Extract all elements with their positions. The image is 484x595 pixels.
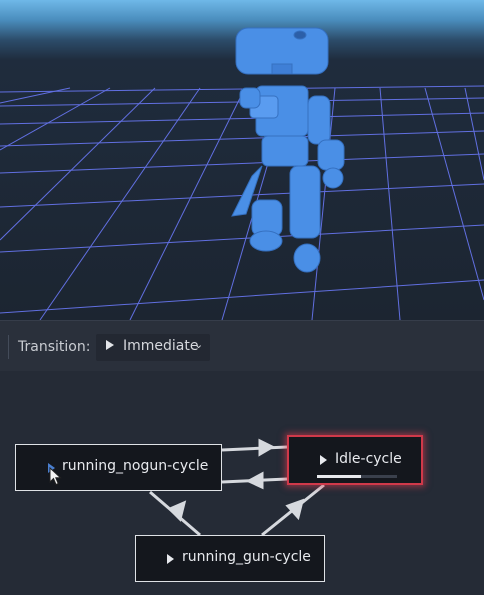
state-node-label: running_nogun-cycle: [62, 458, 209, 474]
mouse-cursor-icon: [49, 467, 62, 486]
play-icon[interactable]: [167, 554, 174, 564]
transition-arrow-head: [258, 438, 276, 457]
transition-mode-dropdown[interactable]: Immediate ⌄: [96, 334, 210, 361]
state-machine-graph[interactable]: running_nogun-cycle Idle-cycle running_g…: [0, 371, 484, 595]
transition-label: Transition:: [18, 339, 91, 355]
transition-mode-value: Immediate: [123, 338, 199, 354]
play-icon: [106, 340, 114, 350]
transition-arrow-head: [285, 498, 305, 521]
state-node-label: running_gun-cycle: [182, 549, 311, 565]
playback-progress-bar: [317, 475, 397, 478]
robot-character: [231, 27, 345, 273]
state-node-idle-cycle[interactable]: Idle-cycle: [287, 435, 423, 485]
play-icon[interactable]: [320, 455, 327, 465]
transition-arrow: [221, 445, 288, 452]
3d-viewport[interactable]: [0, 0, 484, 320]
transition-arrow-head: [167, 500, 187, 522]
state-node-label: Idle-cycle: [335, 451, 402, 467]
state-node-running-nogun-cycle[interactable]: running_nogun-cycle: [15, 444, 222, 491]
state-node-running-gun-cycle[interactable]: running_gun-cycle: [135, 535, 325, 582]
chevron-down-icon: ⌄: [194, 338, 204, 351]
transition-arrow-head: [245, 471, 264, 490]
playback-progress-fill: [317, 475, 361, 478]
transition-toolbar: Transition: Immediate ⌄: [0, 320, 484, 372]
toolbar-separator: [8, 335, 9, 359]
